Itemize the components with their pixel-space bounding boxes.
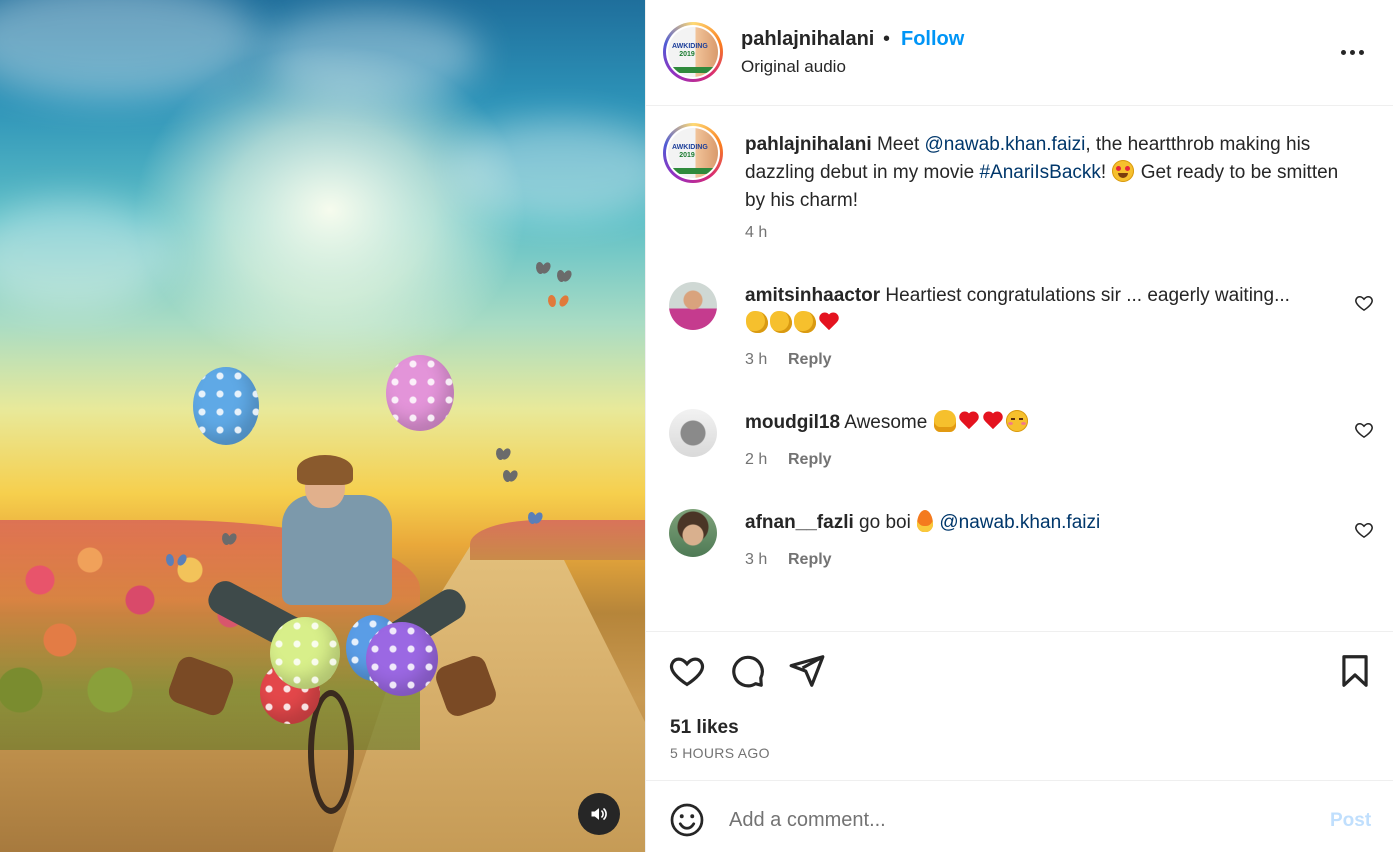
sky-cloud: [260, 10, 480, 100]
comment-text: amitsinhaactor Heartiest congratulations…: [745, 282, 1345, 338]
post-sidebar: AWKIDING 2019 pahlajnihalani • Follow Or…: [645, 0, 1393, 852]
post-media[interactable]: [0, 0, 645, 852]
caption-username[interactable]: pahlajnihalani: [745, 134, 872, 155]
save-bookmark-icon[interactable]: [1336, 652, 1374, 690]
like-comment-heart-icon[interactable]: [1354, 520, 1374, 540]
comment-username[interactable]: afnan__fazli: [745, 512, 854, 533]
clapping-emoji-icon: [770, 311, 792, 333]
mention-link[interactable]: @nawab.khan.faizi: [925, 134, 1086, 155]
butterfly: [548, 295, 568, 313]
avatar-poster-text: AWKIDING 2019: [672, 43, 708, 58]
commenter-avatar[interactable]: [669, 509, 717, 557]
comments-section[interactable]: AWKIDING 2019 pahlajnihalani Meet @nawab…: [646, 107, 1393, 631]
heart-eyes-emoji-icon: [1112, 160, 1135, 182]
smiling-face-emoji-icon: [1005, 410, 1028, 432]
red-heart-emoji-icon: [958, 410, 980, 432]
hashtag-link[interactable]: #AnariIsBackk: [979, 162, 1100, 183]
reply-button[interactable]: Reply: [788, 451, 832, 469]
balloon-blue: [193, 367, 259, 445]
balloon-green: [270, 617, 340, 689]
comment-timestamp[interactable]: 2 h: [745, 451, 767, 469]
follow-button[interactable]: Follow: [901, 28, 964, 51]
comment-text: afnan__fazli go boi @nawab.khan.faizi: [745, 510, 1101, 533]
post-timestamp[interactable]: 5 HOURS AGO: [670, 745, 770, 761]
like-heart-icon[interactable]: [668, 652, 706, 690]
clapping-emoji-icon: [746, 311, 768, 333]
butterfly: [222, 533, 236, 545]
audio-label[interactable]: Original audio: [741, 57, 846, 77]
audio-toggle-button[interactable]: [578, 793, 620, 835]
like-comment-heart-icon[interactable]: [1354, 420, 1374, 440]
balloon-purple: [366, 622, 438, 696]
sky-cloud: [0, 200, 170, 310]
rider-body: [282, 495, 392, 605]
speaker-icon: [591, 808, 607, 820]
post-header: AWKIDING 2019 pahlajnihalani • Follow Or…: [646, 0, 1393, 106]
comment-bubble-icon[interactable]: [728, 652, 766, 690]
raised-hands-emoji-icon: [933, 410, 956, 432]
sky-cloud: [0, 0, 260, 100]
clapping-emoji-icon: [794, 311, 816, 333]
caption-author-avatar[interactable]: AWKIDING 2019: [663, 123, 723, 183]
author-avatar[interactable]: AWKIDING 2019: [663, 22, 723, 82]
comment-input[interactable]: [729, 802, 1309, 838]
comment-text: moudgil18 Awesome: [745, 409, 1345, 437]
commenter-avatar[interactable]: [669, 282, 717, 330]
red-heart-emoji-icon: [982, 410, 1004, 432]
reply-button[interactable]: Reply: [788, 551, 832, 569]
caption-text: pahlajnihalani Meet @nawab.khan.faizi, t…: [745, 134, 1339, 211]
more-options-button[interactable]: [1338, 42, 1366, 62]
butterfly: [166, 554, 186, 570]
more-horizontal-icon: [1340, 49, 1346, 55]
like-comment-heart-icon[interactable]: [1354, 293, 1374, 313]
butterfly: [503, 470, 517, 482]
flower-field-right: [470, 520, 645, 560]
add-comment-bar: Post: [646, 782, 1393, 852]
red-heart-emoji-icon: [818, 311, 840, 333]
sky-cloud: [450, 120, 645, 220]
fire-emoji-icon: [917, 510, 934, 532]
comment-timestamp[interactable]: 3 h: [745, 351, 767, 369]
rider-hat: [297, 455, 353, 485]
comment-timestamp[interactable]: 3 h: [745, 551, 767, 569]
likes-count[interactable]: 51 likes: [670, 717, 739, 739]
post-actions: 51 likes 5 HOURS AGO: [646, 631, 1393, 781]
butterfly: [496, 448, 510, 460]
butterfly: [536, 262, 550, 274]
comment-username[interactable]: moudgil18: [745, 412, 840, 433]
butterfly: [557, 270, 571, 282]
share-send-icon[interactable]: [788, 652, 826, 690]
mention-link[interactable]: @nawab.khan.faizi: [939, 512, 1100, 533]
post-comment-button[interactable]: Post: [1330, 810, 1371, 832]
balloon-pink: [386, 355, 454, 431]
commenter-avatar[interactable]: [669, 409, 717, 457]
butterfly: [528, 512, 542, 524]
emoji-picker-icon[interactable]: [669, 802, 705, 838]
caption-timestamp[interactable]: 4 h: [745, 224, 767, 242]
separator-dot: •: [883, 28, 891, 50]
comment-username[interactable]: amitsinhaactor: [745, 285, 880, 306]
author-username[interactable]: pahlajnihalani: [741, 28, 874, 51]
reply-button[interactable]: Reply: [788, 351, 832, 369]
